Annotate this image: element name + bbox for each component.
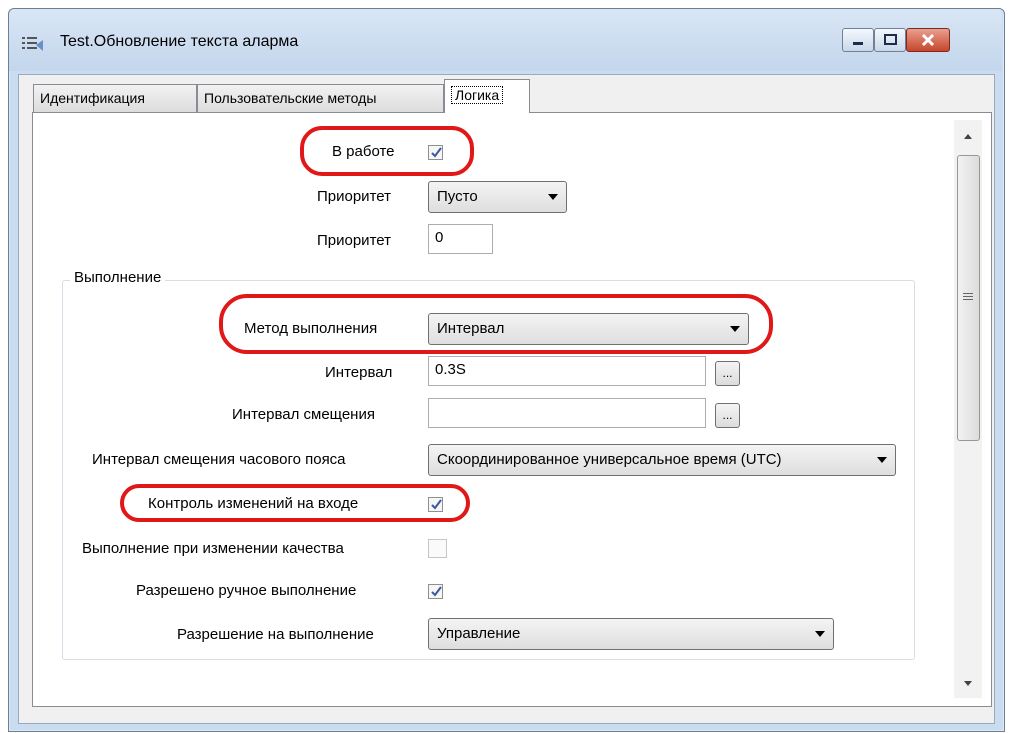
minimize-button[interactable] [842,28,874,52]
quality-change-exec-label: Выполнение при изменении качества [82,540,344,557]
exec-permission-select[interactable]: Управление [428,618,834,650]
timezone-offset-value: Скоординированное универсальное время (U… [437,451,782,468]
manual-exec-checkbox[interactable] [428,584,443,599]
window-title: Test.Обновление текста аларма [60,33,299,50]
tab-user-methods[interactable]: Пользовательские методы [197,84,444,112]
timezone-offset-label: Интервал смещения часового пояса [92,451,346,468]
priority-select[interactable]: Пусто [428,181,567,213]
scroll-grip-icon [962,290,974,302]
scroll-up-button[interactable] [954,124,982,148]
close-icon [921,33,935,47]
exec-permission-value: Управление [437,625,521,642]
arrow-up-icon [964,134,972,139]
priority-input[interactable]: 0 [428,224,493,254]
chevron-down-icon [877,457,887,463]
interval-browse-button[interactable]: ... [715,361,740,386]
chevron-down-icon [548,194,558,200]
offset-interval-label: Интервал смещения [232,406,375,423]
interval-label: Интервал [325,364,393,381]
exec-permission-label: Разрешение на выполнение [177,626,374,643]
timezone-offset-select[interactable]: Скоординированное универсальное время (U… [428,444,896,476]
execution-group-title: Выполнение [70,269,166,286]
highlight-method [219,294,773,354]
close-button[interactable] [906,28,950,52]
interval-input[interactable]: 0.3S [428,356,706,386]
check-icon [431,586,442,597]
maximize-button[interactable] [874,28,906,52]
offset-interval-browse-button[interactable]: ... [715,403,740,428]
tab-logic-label: Логика [451,86,504,104]
chevron-down-icon [815,631,825,637]
highlight-in-work [300,126,474,176]
tab-identification[interactable]: Идентификация [33,84,197,112]
app-list-icon [22,36,44,52]
highlight-input-change [120,484,470,522]
manual-exec-label: Разрешено ручное выполнение [136,582,357,599]
priority-combo-label: Приоритет [317,188,391,205]
arrow-down-icon [964,681,972,686]
minimize-icon [853,42,863,45]
quality-change-exec-checkbox[interactable] [428,539,447,558]
scroll-down-button[interactable] [954,672,982,696]
priority-value-label: Приоритет [317,232,391,249]
offset-interval-input[interactable] [428,398,706,428]
maximize-icon [884,34,897,45]
priority-select-value: Пусто [437,188,478,205]
tab-logic[interactable]: Логика [444,79,530,113]
